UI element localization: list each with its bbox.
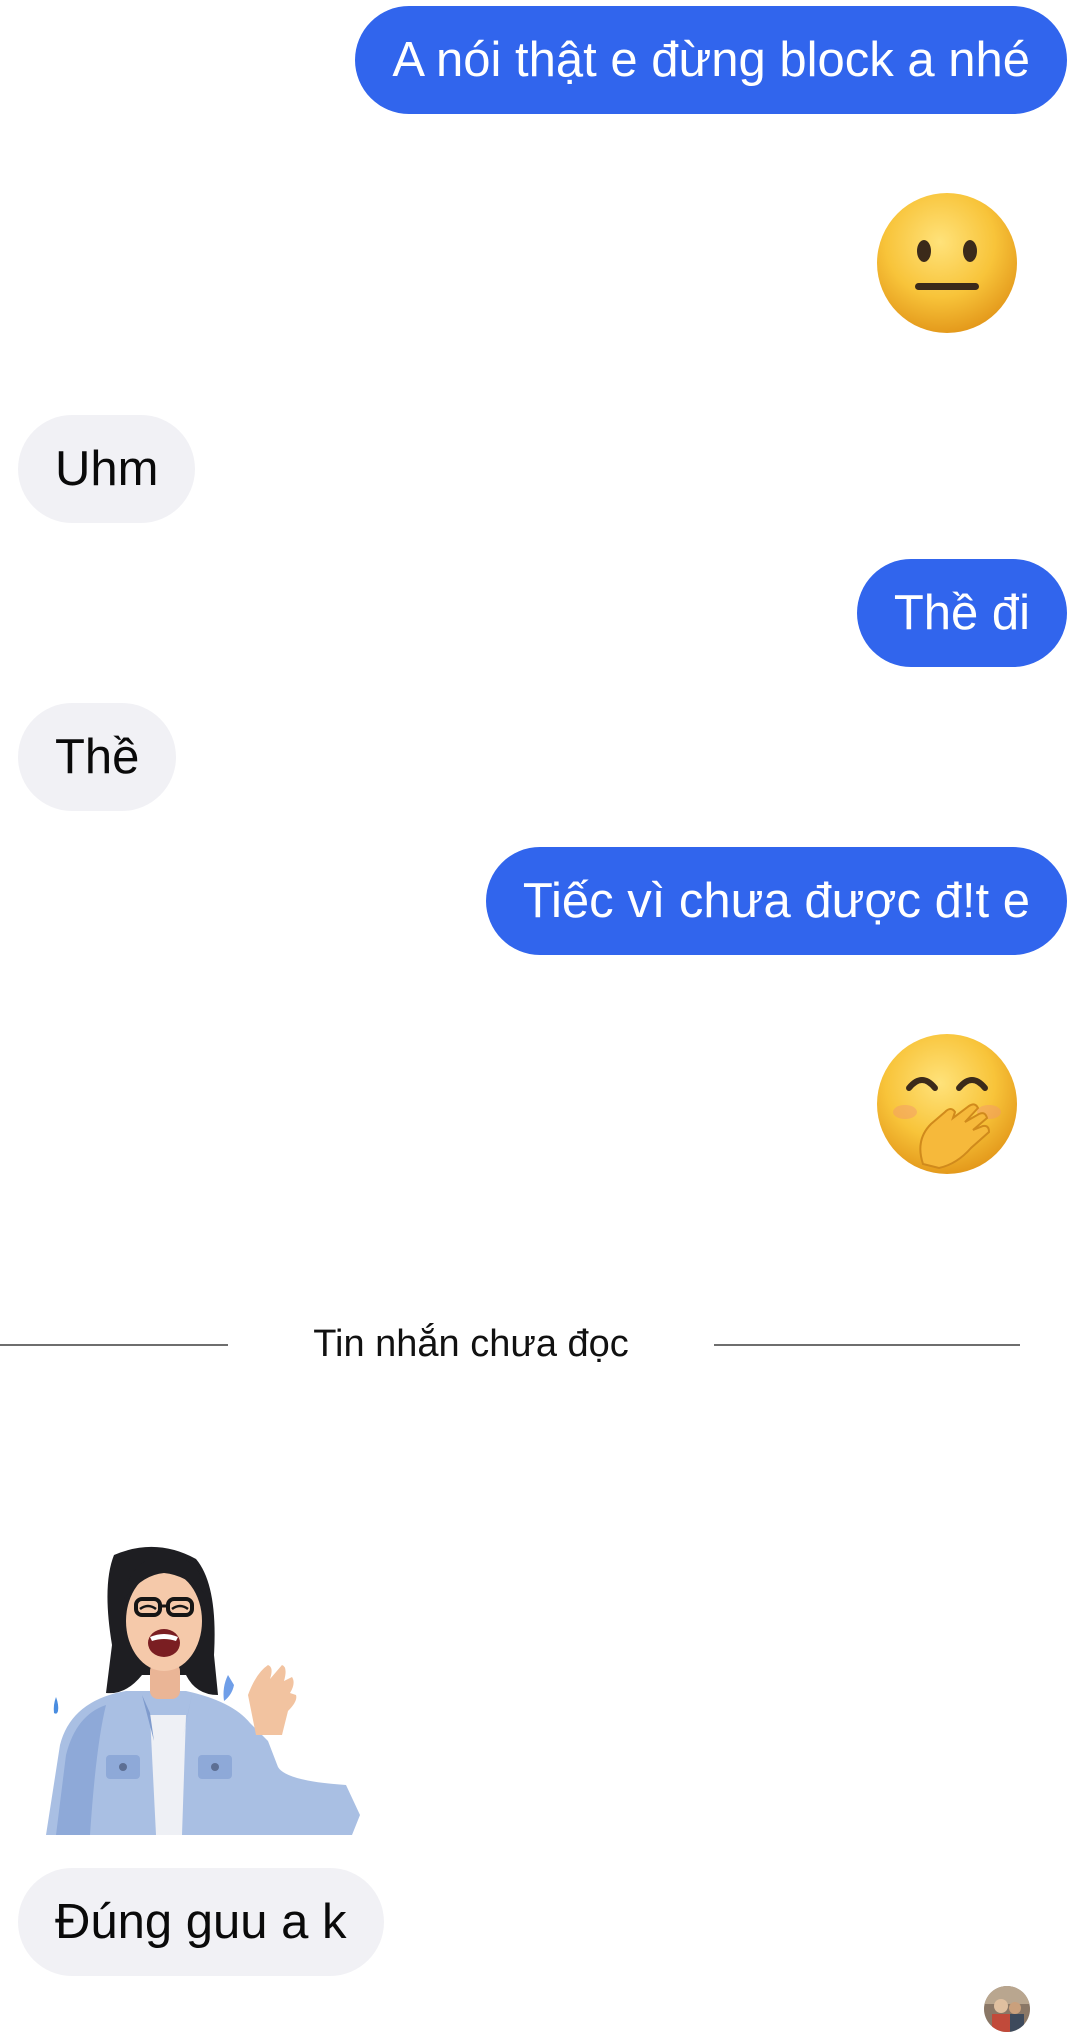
message-text: Tiếc vì chưa được đ!t e [522,873,1030,928]
avatar-laughing-sticker[interactable] [46,1545,366,1835]
read-receipt-avatar [984,1986,1030,2032]
sent-message-bubble[interactable]: Tiếc vì chưa được đ!t e [485,847,1067,955]
face-with-hand-over-mouth-emoji[interactable] [875,1032,1019,1176]
neutral-face-emoji[interactable] [875,191,1019,335]
received-message-bubble[interactable]: Thề [18,703,177,811]
message-text: Thề đi [893,585,1030,640]
message-text: Thề [55,729,140,784]
unread-divider-line-left [0,1344,228,1346]
sent-message-bubble[interactable]: A nói thật e đừng block a nhé [355,6,1067,114]
message-text: Đúng guu a k [55,1894,347,1949]
received-message-bubble[interactable]: Đúng guu a k [18,1868,384,1976]
received-message-bubble[interactable]: Uhm [18,415,196,523]
message-text: Uhm [55,441,159,496]
message-text: A nói thật e đừng block a nhé [392,32,1030,87]
sent-message-bubble[interactable]: Thề đi [856,559,1067,667]
unread-divider-label: Tin nhắn chưa đọc [313,1323,629,1365]
unread-divider-line-right [714,1344,1020,1346]
